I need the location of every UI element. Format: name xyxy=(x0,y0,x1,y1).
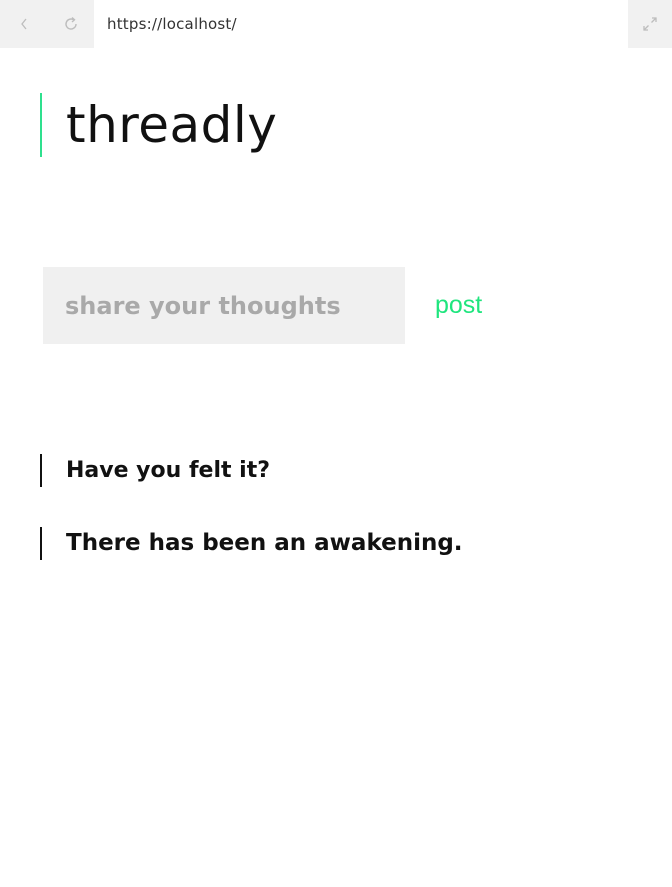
post-button[interactable]: post xyxy=(435,267,482,344)
expand-button[interactable] xyxy=(628,0,672,48)
thought-input[interactable] xyxy=(43,267,405,344)
list-item: There has been an awakening. xyxy=(40,527,640,560)
expand-icon xyxy=(643,17,657,31)
composer: post xyxy=(43,267,543,344)
reload-icon xyxy=(64,16,77,30)
app-title: threadly xyxy=(66,96,278,154)
thread-list: Have you felt it? There has been an awak… xyxy=(40,454,640,600)
back-button[interactable] xyxy=(0,0,47,48)
browser-toolbar: https://localhost/ xyxy=(0,0,672,48)
list-item: Have you felt it? xyxy=(40,454,640,487)
address-bar[interactable]: https://localhost/ xyxy=(107,0,237,48)
reload-button[interactable] xyxy=(47,0,94,48)
app-header: threadly xyxy=(40,93,277,157)
chevron-left-icon xyxy=(20,18,27,30)
